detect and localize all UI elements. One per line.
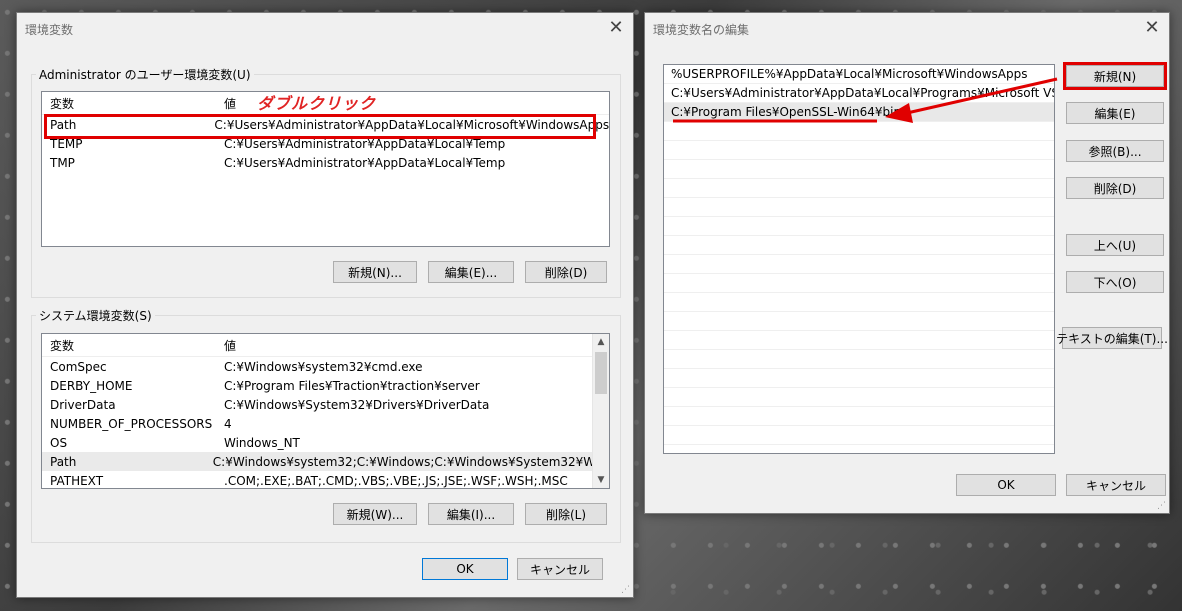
list-item-empty[interactable] <box>664 198 1054 217</box>
variable-value: Windows_NT <box>224 435 300 450</box>
edit-button[interactable]: 編集(E) <box>1066 102 1164 124</box>
list-item-empty[interactable] <box>664 236 1054 255</box>
scroll-thumb[interactable] <box>595 352 607 394</box>
variable-name: TEMP <box>50 136 83 151</box>
column-header-value[interactable]: 値 <box>218 337 236 354</box>
table-row[interactable]: TEMP C:¥Users¥Administrator¥AppData¥Loca… <box>42 134 609 153</box>
delete-button[interactable]: 削除(D) <box>1066 177 1164 199</box>
table-row[interactable]: DERBY_HOME C:¥Program Files¥Traction¥tra… <box>42 376 609 395</box>
cancel-button[interactable]: キャンセル <box>1066 474 1166 496</box>
list-item-empty[interactable] <box>664 388 1054 407</box>
variable-name: ComSpec <box>50 359 107 374</box>
variable-value: C:¥Windows¥System32¥Drivers¥DriverData <box>224 397 490 412</box>
list-item-empty[interactable] <box>664 293 1054 312</box>
variable-name: PATHEXT <box>50 473 104 488</box>
system-variables-legend: システム環境変数(S) <box>39 309 152 323</box>
system-new-button[interactable]: 新規(W)... <box>333 503 417 525</box>
user-edit-button[interactable]: 編集(E)... <box>428 261 514 283</box>
table-row[interactable]: NUMBER_OF_PROCESSORS 4 <box>42 414 609 433</box>
dialog-title: 環境変数 <box>25 23 74 37</box>
table-row[interactable]: OS Windows_NT <box>42 433 609 452</box>
dialog-title: 環境変数名の編集 <box>653 23 750 37</box>
cancel-button[interactable]: キャンセル <box>517 558 603 580</box>
edit-text-button[interactable]: テキストの編集(T)... <box>1056 327 1168 349</box>
variable-name: TMP <box>50 155 75 170</box>
move-up-button[interactable]: 上へ(U) <box>1066 234 1164 256</box>
list-item-empty[interactable] <box>664 369 1054 388</box>
list-item-empty[interactable] <box>664 122 1054 141</box>
variable-name: DriverData <box>50 397 116 412</box>
resize-grip-icon[interactable]: ⋰ <box>621 585 631 595</box>
table-row[interactable]: Path C:¥Windows¥system32;C:¥Windows;C:¥W… <box>42 452 609 471</box>
variable-value: .COM;.EXE;.BAT;.CMD;.VBS;.VBE;.JS;.JSE;.… <box>224 473 568 488</box>
variable-value: C:¥Program Files¥Traction¥traction¥serve… <box>224 378 480 393</box>
path-entries-list[interactable]: %USERPROFILE%¥AppData¥Local¥Microsoft¥Wi… <box>663 64 1055 454</box>
user-new-button[interactable]: 新規(N)... <box>333 261 417 283</box>
list-header: 変数 値 <box>42 334 609 357</box>
user-delete-button[interactable]: 削除(D) <box>525 261 607 283</box>
list-item-empty[interactable] <box>664 350 1054 369</box>
variable-value: C:¥Users¥Administrator¥AppData¥Local¥Tem… <box>224 136 506 151</box>
column-header-value[interactable]: 値 <box>218 95 236 112</box>
new-button[interactable]: 新規(N) <box>1066 65 1164 87</box>
table-row[interactable]: DriverData C:¥Windows¥System32¥Drivers¥D… <box>42 395 609 414</box>
table-row[interactable]: Path C:¥Users¥Administrator¥AppData¥Loca… <box>42 115 609 134</box>
variable-value: C:¥Users¥Administrator¥AppData¥Local¥Tem… <box>224 155 506 170</box>
variable-value: C:¥Windows¥system32¥cmd.exe <box>224 359 423 374</box>
variable-value: C:¥Windows¥system32;C:¥Windows;C:¥Window… <box>212 454 609 469</box>
variable-name: NUMBER_OF_PROCESSORS <box>50 416 213 431</box>
move-down-button[interactable]: 下へ(O) <box>1066 271 1164 293</box>
user-variables-legend: Administrator のユーザー環境変数(U) <box>39 68 251 82</box>
list-item-empty[interactable] <box>664 255 1054 274</box>
variable-name: OS <box>50 435 68 450</box>
list-item-empty[interactable] <box>664 274 1054 293</box>
table-row[interactable]: ComSpec C:¥Windows¥system32¥cmd.exe <box>42 357 609 376</box>
resize-grip-icon[interactable]: ⋰ <box>1157 501 1167 511</box>
list-item-selected[interactable]: C:¥Program Files¥OpenSSL-Win64¥bin <box>664 103 1054 122</box>
list-item-empty[interactable] <box>664 217 1054 236</box>
variable-name: Path <box>50 117 77 132</box>
ok-button[interactable]: OK <box>422 558 508 580</box>
ok-button[interactable]: OK <box>956 474 1056 496</box>
system-edit-button[interactable]: 編集(I)... <box>428 503 514 525</box>
double-click-annotation: ダブルクリック <box>257 94 377 113</box>
user-variables-list[interactable]: 変数 値 Path C:¥Users¥Administrator¥AppData… <box>41 91 610 247</box>
scroll-down-icon[interactable]: ▼ <box>593 472 609 488</box>
variable-value: 4 <box>224 416 232 431</box>
list-item[interactable]: %USERPROFILE%¥AppData¥Local¥Microsoft¥Wi… <box>664 65 1054 84</box>
list-item-empty[interactable] <box>664 141 1054 160</box>
list-item-empty[interactable] <box>664 331 1054 350</box>
system-list-scrollbar[interactable]: ▲ ▼ <box>592 334 609 488</box>
list-item-empty[interactable] <box>664 407 1054 426</box>
close-icon[interactable]: ✕ <box>605 17 627 39</box>
close-icon[interactable]: ✕ <box>1141 17 1163 39</box>
environment-variables-dialog: 環境変数 ✕ Administrator のユーザー環境変数(U) 変数 値 P… <box>16 12 634 598</box>
table-row[interactable]: TMP C:¥Users¥Administrator¥AppData¥Local… <box>42 153 609 172</box>
list-item[interactable]: C:¥Users¥Administrator¥AppData¥Local¥Pro… <box>664 84 1054 103</box>
list-item-empty[interactable] <box>664 160 1054 179</box>
system-variables-list[interactable]: 変数 値 ComSpec C:¥Windows¥system32¥cmd.exe… <box>41 333 610 489</box>
variable-value: C:¥Users¥Administrator¥AppData¥Local¥Mic… <box>214 117 609 132</box>
variable-name: DERBY_HOME <box>50 378 133 393</box>
list-item-empty[interactable] <box>664 312 1054 331</box>
browse-button[interactable]: 参照(B)... <box>1066 140 1164 162</box>
scroll-up-icon[interactable]: ▲ <box>593 334 609 350</box>
column-header-variable[interactable]: 変数 <box>42 95 218 112</box>
column-header-variable[interactable]: 変数 <box>42 337 218 354</box>
list-item-empty[interactable] <box>664 426 1054 445</box>
table-row[interactable]: PATHEXT .COM;.EXE;.BAT;.CMD;.VBS;.VBE;.J… <box>42 471 609 488</box>
variable-name: Path <box>50 454 77 469</box>
system-delete-button[interactable]: 削除(L) <box>525 503 607 525</box>
list-item-empty[interactable] <box>664 179 1054 198</box>
edit-environment-variable-dialog: 環境変数名の編集 ✕ %USERPROFILE%¥AppData¥Local¥M… <box>644 12 1170 514</box>
